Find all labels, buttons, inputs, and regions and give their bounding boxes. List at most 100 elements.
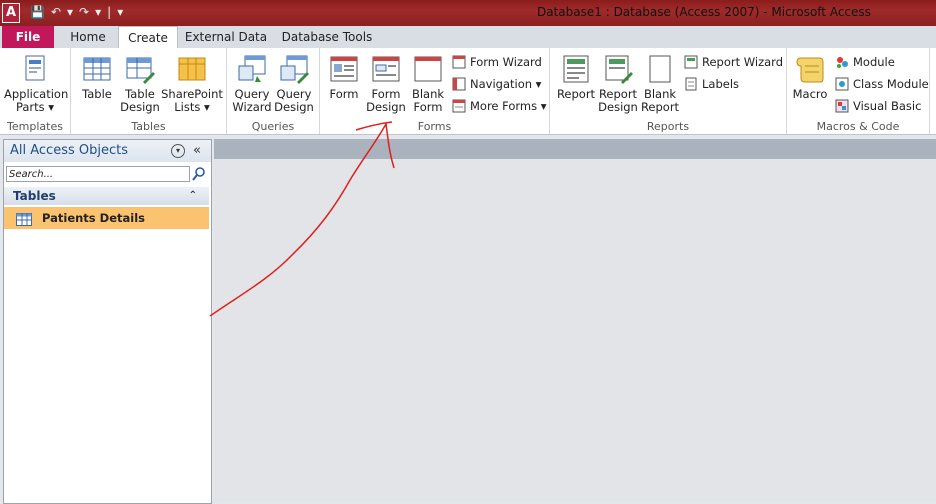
query-design-label-2: Design [274, 100, 314, 114]
report-design-button[interactable]: Report Design [597, 54, 639, 114]
report-design-icon [603, 54, 633, 84]
customize-qat-icon[interactable]: ▾ [117, 5, 123, 19]
query-wizard-icon [237, 54, 267, 84]
query-wizard-label-2: Wizard [232, 100, 272, 114]
form-icon [329, 54, 359, 84]
form-design-icon [371, 54, 401, 84]
save-icon[interactable]: 💾 [30, 5, 45, 19]
form-wizard-button[interactable]: Form Wizard [452, 53, 542, 71]
tab-database-tools[interactable]: Database Tools [278, 26, 376, 48]
application-parts-icon [20, 54, 50, 84]
more-forms-button[interactable]: More Forms ▾ [452, 97, 547, 115]
nav-pane-menu-icon[interactable]: ▾ [171, 144, 185, 158]
form-wizard-label: Form Wizard [470, 55, 542, 69]
macro-button[interactable]: Macro [789, 54, 831, 101]
table-design-button[interactable]: Table Design [119, 54, 161, 114]
nav-pane-header[interactable]: All Access Objects ▾ « [4, 140, 211, 162]
blank-form-label-2: Form [413, 100, 443, 114]
report-label: Report [556, 87, 596, 101]
group-label-templates: Templates [7, 120, 63, 133]
group-reports: Report Report Design Blank Report Report… [550, 48, 787, 134]
report-wizard-button[interactable]: Report Wizard [684, 53, 783, 71]
navigation-label: Navigation ▾ [470, 77, 542, 91]
navigation-pane: All Access Objects ▾ « Search... Tables … [3, 139, 212, 504]
navigation-icon [452, 77, 466, 91]
labels-label: Labels [702, 77, 740, 91]
group-forms: Form Form Design Blank Form Form Wizard … [320, 48, 550, 134]
blank-report-icon [645, 54, 675, 84]
sharepoint-lists-label-2: Lists ▾ [174, 100, 210, 114]
tab-home[interactable]: Home [60, 26, 116, 48]
tables-section-label: Tables [13, 189, 56, 203]
blank-form-button[interactable]: Blank Form [408, 54, 448, 114]
undo-icon[interactable]: ↶ [51, 5, 61, 19]
module-button[interactable]: Module [835, 53, 895, 71]
group-label-tables: Tables [131, 120, 166, 133]
navigation-button[interactable]: Navigation ▾ [452, 75, 541, 93]
tab-file[interactable]: File [2, 26, 54, 48]
search-icon[interactable] [192, 167, 206, 184]
blank-report-label-2: Report [640, 100, 680, 114]
undo-dropdown-icon[interactable]: ▾ [67, 5, 73, 19]
quick-access-toolbar: 💾 ↶ ▾ ↷ ▾ | ▾ [30, 5, 123, 19]
more-forms-label: More Forms ▾ [470, 99, 547, 113]
form-design-button[interactable]: Form Design [365, 54, 407, 114]
sharepoint-lists-icon [177, 54, 207, 84]
tables-section-header[interactable]: Tables ⌃ [4, 187, 209, 205]
table-button[interactable]: Table [77, 54, 117, 101]
labels-button[interactable]: Labels [684, 75, 739, 93]
application-parts-label-2: Parts ▾ [15, 100, 55, 114]
nav-pane-title: All Access Objects [10, 143, 128, 158]
form-wizard-icon [452, 55, 466, 69]
report-button[interactable]: Report [555, 54, 597, 101]
visual-basic-label: Visual Basic [853, 99, 922, 113]
query-design-icon [279, 54, 309, 84]
form-design-label-2: Design [366, 100, 406, 114]
visual-basic-icon [835, 99, 849, 113]
application-parts-button[interactable]: Application Parts ▾ [4, 54, 68, 114]
macro-label: Macro [792, 87, 828, 101]
title-bar: A 💾 ↶ ▾ ↷ ▾ | ▾ Database1 : Database (Ac… [0, 0, 936, 26]
list-item-patients-details[interactable]: Patients Details [4, 207, 209, 229]
group-label-queries: Queries [251, 120, 295, 133]
qat-separator: | [107, 5, 112, 19]
search-input[interactable]: Search... [6, 166, 190, 182]
tab-create[interactable]: Create [118, 26, 178, 50]
document-workspace [214, 139, 936, 502]
redo-icon[interactable]: ↷ [79, 5, 89, 19]
ribbon-tabs: File Home Create External Data Database … [0, 26, 936, 50]
form-label: Form [329, 87, 359, 101]
form-button[interactable]: Form [324, 54, 364, 101]
report-wizard-label: Report Wizard [702, 55, 783, 69]
query-design-button[interactable]: Query Design [273, 54, 315, 114]
list-item-label: Patients Details [42, 211, 145, 225]
ribbon: Application Parts ▾ Templates Table Tabl… [0, 48, 936, 135]
table-design-label-2: Design [120, 100, 160, 114]
sharepoint-lists-button[interactable]: SharePoint Lists ▾ [161, 54, 223, 114]
group-queries: Query Wizard Query Design Queries [227, 48, 320, 134]
table-object-icon [16, 211, 32, 233]
report-icon [561, 54, 591, 84]
shutter-bar-close-icon[interactable]: « [193, 140, 201, 162]
access-app-icon[interactable]: A [2, 3, 20, 23]
report-wizard-icon [684, 55, 698, 69]
group-macros-code: Macro Module Class Module Visual Basic M… [787, 48, 930, 134]
group-label-forms: Forms [417, 120, 452, 133]
collapse-chevron-icon[interactable]: ⌃ [189, 187, 197, 205]
query-wizard-button[interactable]: Query Wizard [231, 54, 273, 114]
module-label: Module [853, 55, 895, 69]
redo-dropdown-icon[interactable]: ▾ [95, 5, 101, 19]
visual-basic-button[interactable]: Visual Basic [835, 97, 921, 115]
blank-report-button[interactable]: Blank Report [639, 54, 681, 114]
macro-scroll-icon [795, 54, 825, 84]
class-module-label: Class Module [853, 77, 929, 91]
group-tables: Table Table Design SharePoint Lists ▾ Ta… [71, 48, 227, 134]
table-design-icon [125, 54, 155, 84]
class-module-icon [835, 77, 849, 91]
report-design-label-2: Design [598, 100, 638, 114]
class-module-button[interactable]: Class Module [835, 75, 929, 93]
group-templates: Application Parts ▾ Templates [0, 48, 71, 134]
tab-external-data[interactable]: External Data [180, 26, 272, 48]
blank-form-icon [413, 54, 443, 84]
group-label-macros-code: Macros & Code [816, 120, 900, 133]
